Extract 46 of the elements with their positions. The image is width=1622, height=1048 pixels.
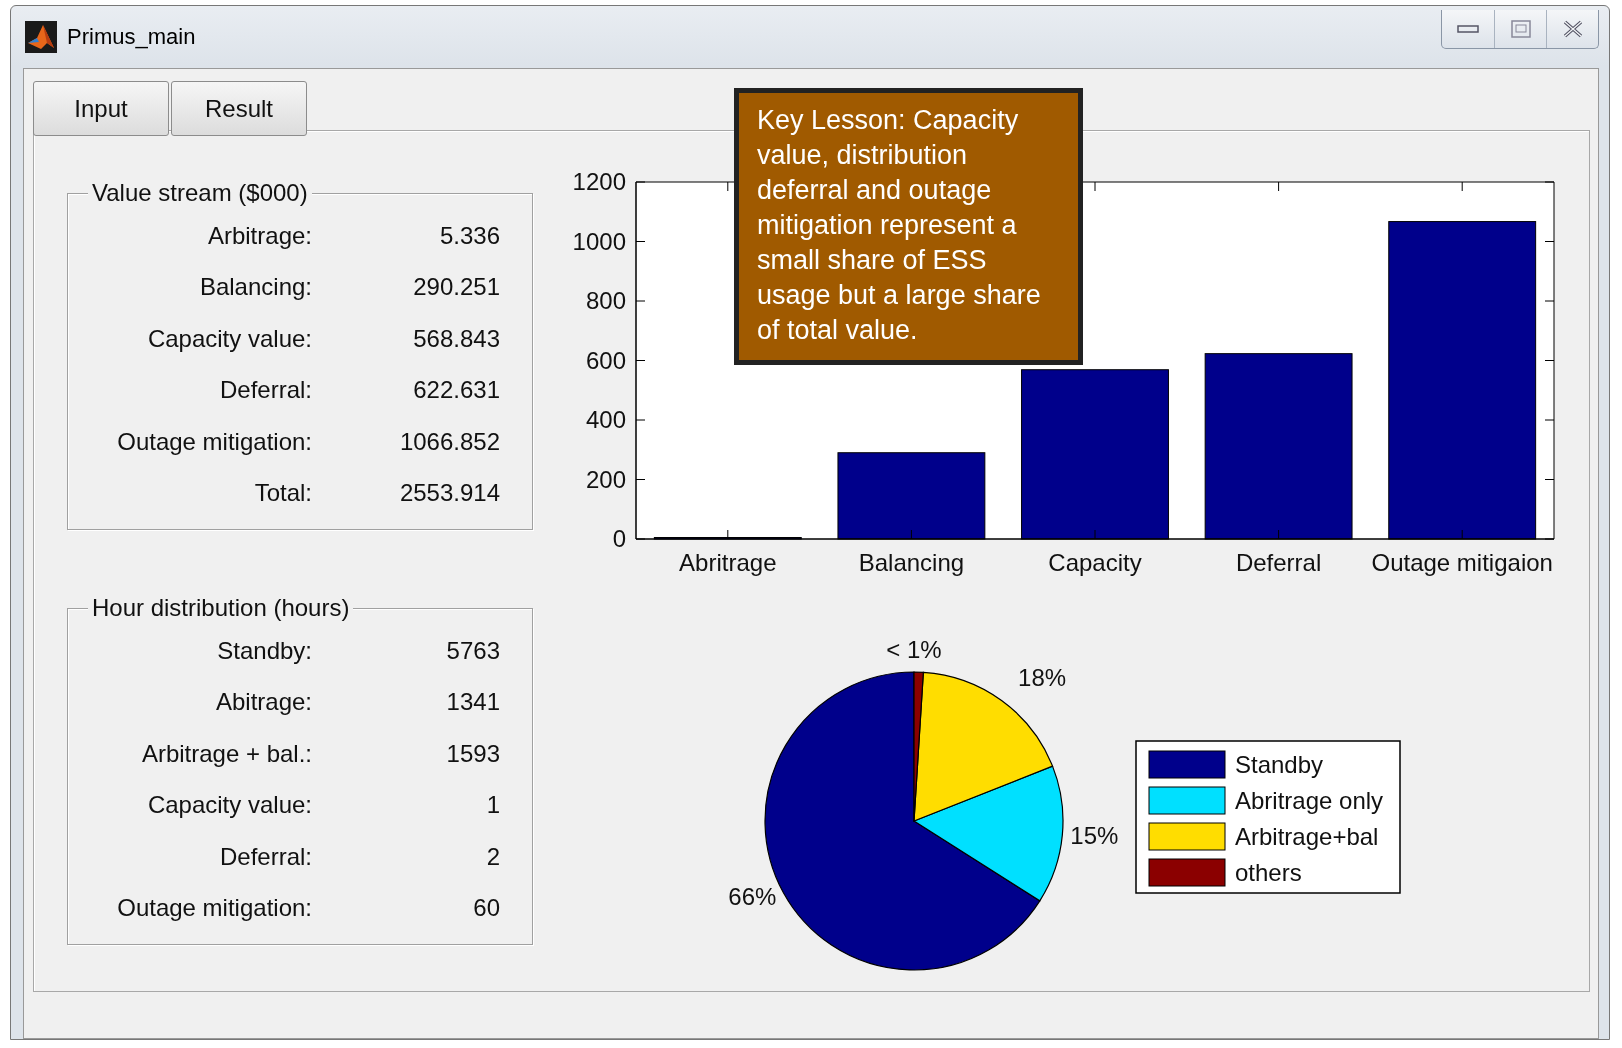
field-label: Balancing: (198, 273, 312, 302)
tick-label: 800 (585, 287, 626, 314)
field-value: 290.251 (412, 273, 500, 302)
field-label: Outage mitigation: (116, 427, 312, 456)
legend-label: Arbitrage+bal (1235, 823, 1379, 850)
field-label: Deferral: (218, 842, 312, 871)
legend-label: Standby (1235, 751, 1324, 778)
field-value: 1066.852 (398, 427, 500, 456)
field-label: Total: (253, 479, 312, 508)
field-value: 60 (472, 894, 500, 923)
tick-label: 1000 (572, 227, 626, 255)
key-lesson-note: Key Lesson: Capacity value, distribution deferral and outage mitigation represent a small share of ESS usage but a large share of total value. (734, 88, 1083, 365)
percent-label: 15% (1070, 821, 1119, 849)
field-value: 622.631 (412, 376, 500, 405)
tick-label: 600 (585, 346, 626, 374)
window-title: Primus_main (67, 23, 196, 50)
tick-label: 400 (585, 406, 626, 433)
legend-label: Abritrage only (1235, 787, 1384, 814)
field-value: 5763 (445, 636, 500, 665)
field-label: Deferral: (218, 376, 312, 405)
category-label: Outage mitigaion (1371, 549, 1553, 576)
category-label: Balancing (858, 549, 965, 576)
tick-label: 0 (612, 525, 626, 552)
percent-label: 66% (728, 882, 777, 910)
category-label: Capacity (1048, 549, 1142, 576)
field-value: 2 (485, 842, 500, 871)
field-value: 568.843 (412, 324, 500, 353)
percent-label: 18% (1018, 663, 1067, 691)
tick-label: 200 (585, 465, 626, 493)
field-label: Capacity value: (146, 324, 312, 353)
legend-label: others (1235, 859, 1302, 886)
field-label: Capacity value: (146, 791, 312, 820)
field-value: 1 (485, 791, 500, 820)
field-value: 1341 (445, 688, 500, 717)
category-label: Abritrage (679, 549, 777, 576)
field-label: Arbitrage: (206, 221, 312, 250)
field-label: Arbitrage + bal.: (140, 739, 312, 768)
tick-label: 1200 (572, 168, 626, 195)
field-value: 5.336 (438, 221, 500, 250)
field-value: 2553.914 (398, 479, 500, 508)
field-label: Outage mitigation: (116, 894, 312, 923)
field-label: Standby: (216, 636, 312, 665)
percent-label: < 1% (886, 636, 942, 663)
category-label: Deferral (1235, 549, 1322, 576)
field-label: Abitrage: (214, 688, 312, 717)
field-value: 1593 (445, 739, 500, 768)
